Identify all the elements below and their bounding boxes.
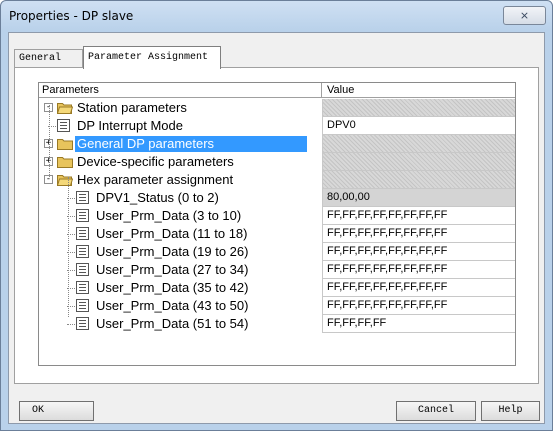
parameter-cell[interactable]: User_Prm_Data (35 to 42) (39, 279, 321, 297)
table-row[interactable]: User_Prm_Data (27 to 34) FF,FF,FF,FF,FF,F… (39, 261, 515, 279)
parameter-cell[interactable]: + General DP parameters (39, 135, 321, 153)
table-row[interactable]: + General DP parameters (39, 135, 515, 153)
dialog-client-area: General Parameter Assignment Parameters … (8, 32, 545, 424)
parameter-label[interactable]: Station parameters (75, 100, 189, 116)
parameter-label[interactable]: User_Prm_Data (3 to 10) (94, 208, 243, 224)
parameter-cell[interactable]: - Station parameters (39, 99, 321, 117)
parameter-label[interactable]: General DP parameters (75, 136, 307, 152)
table-row[interactable]: User_Prm_Data (19 to 26) FF,FF,FF,FF,FF,F… (39, 243, 515, 261)
value-cell[interactable]: FF,FF,FF,FF,FF,FF,FF,FF (322, 207, 515, 225)
column-header-value[interactable]: Value (327, 84, 354, 96)
close-icon: ⨯ (519, 9, 530, 22)
value-cell[interactable]: 80,00,00 (322, 189, 515, 207)
parameter-cell[interactable]: - Hex parameter assignment (39, 171, 321, 189)
document-icon (76, 263, 89, 276)
table-row[interactable]: User_Prm_Data (3 to 10) FF,FF,FF,FF,FF,FF… (39, 207, 515, 225)
close-button[interactable]: ⨯ (503, 6, 546, 25)
parameter-cell[interactable]: User_Prm_Data (3 to 10) (39, 207, 321, 225)
document-icon (76, 227, 89, 240)
document-icon (76, 281, 89, 294)
parameter-label[interactable]: User_Prm_Data (19 to 26) (94, 244, 250, 260)
parameter-cell[interactable]: User_Prm_Data (19 to 26) (39, 243, 321, 261)
folder-icon (57, 139, 73, 150)
parameter-label[interactable]: DP Interrupt Mode (75, 118, 185, 134)
folder-icon (57, 157, 73, 168)
document-icon (76, 299, 89, 312)
table-row[interactable]: + Device-specific parameters (39, 153, 515, 171)
parameter-label[interactable]: Hex parameter assignment (75, 172, 235, 188)
parameter-label[interactable]: User_Prm_Data (51 to 54) (94, 316, 250, 332)
tree-guide-line (49, 105, 50, 177)
parameter-cell[interactable]: DP Interrupt Mode (39, 117, 321, 135)
value-cell[interactable]: DPV0 (322, 117, 515, 135)
parameter-label[interactable]: User_Prm_Data (43 to 50) (94, 298, 250, 314)
parameter-label[interactable]: User_Prm_Data (11 to 18) (94, 226, 250, 242)
parameter-label[interactable]: DPV1_Status (0 to 2) (94, 190, 221, 206)
window-title: Properties - DP slave (9, 9, 134, 23)
value-cell[interactable]: FF,FF,FF,FF (322, 315, 515, 333)
value-cell[interactable]: FF,FF,FF,FF,FF,FF,FF,FF (322, 297, 515, 315)
tree-guide-line (68, 177, 69, 317)
table-row[interactable]: - Hex parameter assignment (39, 171, 515, 189)
parameter-cell[interactable]: + Device-specific parameters (39, 153, 321, 171)
value-cell[interactable] (322, 153, 515, 171)
title-bar[interactable]: Properties - DP slave ⨯ (1, 1, 552, 32)
column-divider[interactable] (321, 83, 322, 98)
parameter-grid: Parameters Value - Station parameters DP I… (38, 82, 516, 366)
parameter-cell[interactable]: User_Prm_Data (51 to 54) (39, 315, 321, 333)
value-cell[interactable] (322, 171, 515, 189)
open-folder-icon (57, 103, 73, 114)
value-cell[interactable]: FF,FF,FF,FF,FF,FF,FF,FF (322, 243, 515, 261)
properties-dialog: Properties - DP slave ⨯ General Paramete… (0, 0, 553, 431)
value-cell[interactable] (322, 135, 515, 153)
document-icon (76, 317, 89, 330)
table-row[interactable]: User_Prm_Data (35 to 42) FF,FF,FF,FF,FF,F… (39, 279, 515, 297)
table-row[interactable]: User_Prm_Data (43 to 50) FF,FF,FF,FF,FF,F… (39, 297, 515, 315)
grid-header: Parameters Value (39, 83, 515, 98)
open-folder-icon (57, 175, 73, 186)
table-row[interactable]: User_Prm_Data (11 to 18) FF,FF,FF,FF,FF,F… (39, 225, 515, 243)
table-row[interactable]: DP Interrupt Mode DPV0 (39, 117, 515, 135)
parameter-label[interactable]: Device-specific parameters (75, 154, 236, 170)
cancel-button[interactable]: Cancel (396, 401, 476, 421)
parameter-label[interactable]: User_Prm_Data (35 to 42) (94, 280, 250, 296)
help-button[interactable]: Help (481, 401, 540, 421)
document-icon (76, 191, 89, 204)
table-row[interactable]: - Station parameters (39, 99, 515, 117)
parameter-cell[interactable]: DPV1_Status (0 to 2) (39, 189, 321, 207)
document-icon (76, 209, 89, 222)
ok-button[interactable]: OK (19, 401, 94, 421)
parameter-cell[interactable]: User_Prm_Data (43 to 50) (39, 297, 321, 315)
column-header-parameters[interactable]: Parameters (42, 84, 99, 96)
document-icon (76, 245, 89, 258)
table-row[interactable]: DPV1_Status (0 to 2) 80,00,00 (39, 189, 515, 207)
parameter-cell[interactable]: User_Prm_Data (27 to 34) (39, 261, 321, 279)
tab-panel: Parameters Value - Station parameters DP I… (14, 67, 539, 384)
table-row[interactable]: User_Prm_Data (51 to 54) FF,FF,FF,FF (39, 315, 515, 333)
tab-general[interactable]: General (14, 49, 83, 68)
value-cell[interactable]: FF,FF,FF,FF,FF,FF,FF,FF (322, 279, 515, 297)
value-cell[interactable]: FF,FF,FF,FF,FF,FF,FF,FF (322, 225, 515, 243)
document-icon (57, 119, 70, 132)
value-cell[interactable]: FF,FF,FF,FF,FF,FF,FF,FF (322, 261, 515, 279)
parameter-label[interactable]: User_Prm_Data (27 to 34) (94, 262, 250, 278)
value-cell[interactable] (322, 99, 515, 117)
tab-parameter-assignment[interactable]: Parameter Assignment (83, 46, 221, 69)
parameter-cell[interactable]: User_Prm_Data (11 to 18) (39, 225, 321, 243)
